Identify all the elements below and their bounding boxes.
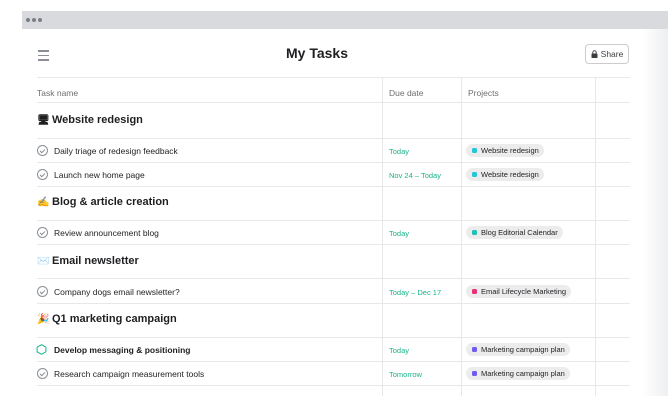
project-label: Email Lifecycle Marketing xyxy=(481,287,567,296)
project-pill[interactable]: Marketing campaign plan xyxy=(466,343,570,356)
section-header-q1-marketing[interactable]: 🎉 Q1 marketing campaign xyxy=(37,313,177,325)
project-pill[interactable]: Email Lifecycle Marketing xyxy=(466,285,572,298)
window-edge-shadow xyxy=(642,29,668,396)
milestone-hexagon-icon[interactable] xyxy=(36,344,47,355)
column-header-due-date[interactable]: Due date xyxy=(389,88,424,98)
task-name[interactable]: Daily triage of redesign feedback xyxy=(54,146,178,156)
row-divider xyxy=(37,186,630,187)
check-circle-icon[interactable] xyxy=(37,145,48,156)
project-pill[interactable]: Marketing campaign plan xyxy=(466,367,570,380)
project-label: Website redesign xyxy=(481,170,539,179)
task-due-date[interactable]: Today xyxy=(389,346,409,355)
section-divider xyxy=(37,220,630,221)
row-divider xyxy=(37,162,630,163)
share-button[interactable]: Share xyxy=(585,44,629,64)
project-pill[interactable]: Blog Editorial Calendar xyxy=(466,226,563,239)
window-dot-icon xyxy=(32,18,36,22)
section-header-email-newsletter[interactable]: ✉️ Email newsletter xyxy=(37,255,139,267)
project-label: Marketing campaign plan xyxy=(481,345,565,354)
project-label: Website redesign xyxy=(481,146,539,155)
my-tasks-window: My Tasks Share Task name Due date Projec… xyxy=(22,29,668,396)
section-divider xyxy=(37,138,630,139)
section-title: Website redesign xyxy=(52,114,143,126)
check-circle-icon[interactable] xyxy=(37,368,48,379)
page-title: My Tasks xyxy=(286,45,348,61)
task-due-date[interactable]: Today xyxy=(389,147,409,156)
row-divider xyxy=(37,361,630,362)
task-name[interactable]: Launch new home page xyxy=(54,170,145,180)
section-title: Email newsletter xyxy=(52,255,139,267)
row-divider xyxy=(37,303,630,304)
column-header-task-name[interactable]: Task name xyxy=(37,88,78,98)
project-label: Blog Editorial Calendar xyxy=(481,228,558,237)
computer-icon: 🖥 xyxy=(37,114,50,126)
task-name[interactable]: Develop messaging & positioning xyxy=(54,345,191,355)
project-label: Marketing campaign plan xyxy=(481,369,565,378)
envelope-icon: ✉️ xyxy=(37,255,50,267)
project-pill[interactable]: Website redesign xyxy=(466,168,544,181)
header-bottom-divider xyxy=(37,102,630,103)
project-color-icon xyxy=(472,148,477,153)
column-divider xyxy=(595,77,596,396)
project-color-icon xyxy=(472,172,477,177)
task-name[interactable]: Company dogs email newsletter? xyxy=(54,287,180,297)
header-top-divider xyxy=(37,77,630,78)
check-circle-icon[interactable] xyxy=(37,227,48,238)
lock-icon xyxy=(591,50,598,58)
project-color-icon xyxy=(472,371,477,376)
party-popper-icon: 🎉 xyxy=(37,313,50,325)
section-header-blog[interactable]: ✍️ Blog & article creation xyxy=(37,196,169,208)
project-color-icon xyxy=(472,230,477,235)
task-due-date[interactable]: Today – Dec 17 xyxy=(389,288,441,297)
section-title: Blog & article creation xyxy=(52,196,169,208)
window-titlebar xyxy=(22,11,668,29)
check-circle-icon[interactable] xyxy=(37,169,48,180)
row-divider xyxy=(37,385,630,386)
project-pill[interactable]: Website redesign xyxy=(466,144,544,157)
window-dot-icon xyxy=(26,18,30,22)
writing-hand-icon: ✍️ xyxy=(37,196,50,208)
section-divider xyxy=(37,278,630,279)
window-dot-icon xyxy=(38,18,42,22)
project-color-icon xyxy=(472,289,477,294)
project-color-icon xyxy=(472,347,477,352)
task-due-date[interactable]: Nov 24 – Today xyxy=(389,171,441,180)
check-circle-icon[interactable] xyxy=(37,286,48,297)
column-divider xyxy=(382,77,383,396)
column-header-projects[interactable]: Projects xyxy=(468,88,499,98)
task-name[interactable]: Research campaign measurement tools xyxy=(54,369,204,379)
section-divider xyxy=(37,337,630,338)
task-due-date[interactable]: Today xyxy=(389,229,409,238)
task-due-date[interactable]: Tomorrow xyxy=(389,370,422,379)
task-name[interactable]: Review announcement blog xyxy=(54,228,159,238)
section-title: Q1 marketing campaign xyxy=(52,313,177,325)
section-header-website-redesign[interactable]: 🖥 Website redesign xyxy=(37,114,143,126)
column-divider xyxy=(461,77,462,396)
share-label: Share xyxy=(600,49,624,59)
row-divider xyxy=(37,244,630,245)
